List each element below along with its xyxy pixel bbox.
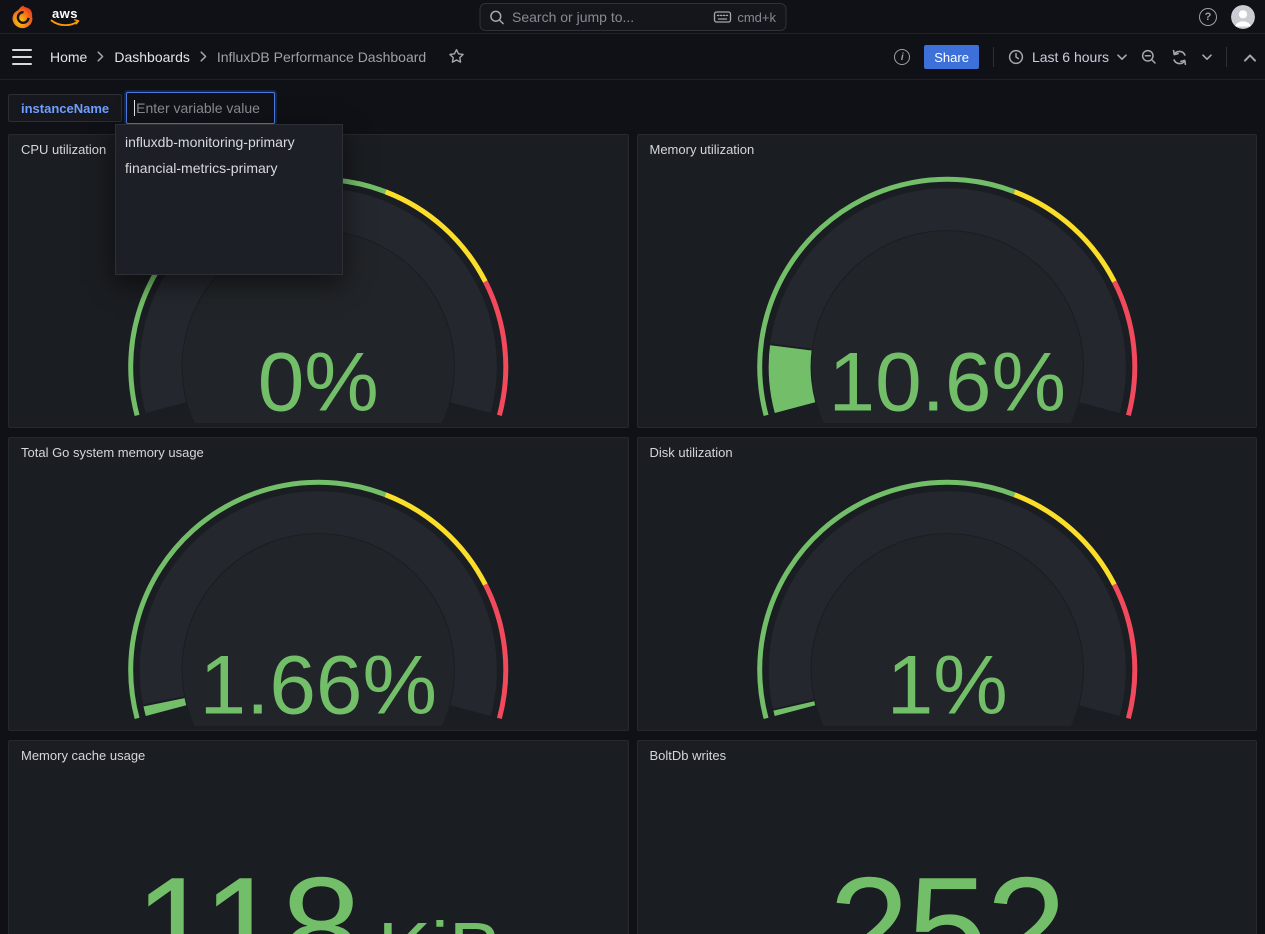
avatar[interactable] bbox=[1231, 5, 1255, 29]
chevron-right-icon bbox=[97, 51, 104, 62]
stat-value: 118 bbox=[134, 856, 359, 934]
panel-memory-utilization: Memory utilization 10.6% bbox=[637, 134, 1258, 428]
variable-options-dropdown: influxdb-monitoring-primary financial-me… bbox=[115, 124, 343, 275]
search-input[interactable] bbox=[512, 9, 705, 25]
collapse-controls-icon[interactable] bbox=[1243, 52, 1257, 63]
breadcrumb-dashboards[interactable]: Dashboards bbox=[114, 49, 190, 65]
panel-memory-cache-usage: Memory cache usage 118 KiB bbox=[8, 740, 629, 934]
variable-option[interactable]: financial-metrics-primary bbox=[116, 155, 342, 181]
stat-unit: KiB bbox=[378, 911, 503, 934]
stat-value: 252 bbox=[829, 856, 1065, 934]
breadcrumb-current: InfluxDB Performance Dashboard bbox=[217, 49, 426, 65]
aws-smile-icon bbox=[50, 19, 80, 28]
text-caret bbox=[134, 100, 135, 116]
gauge-value: 0% bbox=[258, 335, 379, 423]
aws-logo[interactable]: aws bbox=[50, 7, 80, 28]
dashboard-toolbar: Home Dashboards InfluxDB Performance Das… bbox=[0, 34, 1265, 80]
breadcrumb: Home Dashboards InfluxDB Performance Das… bbox=[50, 48, 465, 65]
panel-title[interactable]: Disk utilization bbox=[638, 438, 1257, 464]
clock-icon bbox=[1008, 49, 1024, 65]
help-icon[interactable]: ? bbox=[1199, 8, 1217, 26]
breadcrumb-home[interactable]: Home bbox=[50, 49, 87, 65]
panel-go-memory-usage: Total Go system memory usage 1.66% bbox=[8, 437, 629, 731]
variable-label: instanceName bbox=[8, 94, 122, 122]
time-range-picker[interactable]: Last 6 hours bbox=[1008, 49, 1127, 65]
gauge-value: 10.6% bbox=[828, 335, 1066, 423]
variable-value-input[interactable] bbox=[126, 92, 275, 124]
gauge-value: 1% bbox=[886, 638, 1007, 726]
gauge-chart: 10.6% bbox=[638, 165, 1257, 427]
user-icon bbox=[1231, 5, 1255, 29]
brand-logos: aws bbox=[0, 4, 80, 30]
divider bbox=[993, 47, 994, 67]
chevron-right-icon bbox=[200, 51, 207, 62]
panel-title[interactable]: Memory cache usage bbox=[9, 741, 628, 767]
panel-title[interactable]: BoltDb writes bbox=[638, 741, 1257, 767]
gauge-chart: 1% bbox=[638, 468, 1257, 730]
zoom-out-icon[interactable] bbox=[1141, 49, 1157, 65]
gauge-value: 1.66% bbox=[199, 638, 437, 726]
grafana-logo-icon[interactable] bbox=[10, 4, 36, 30]
chevron-down-icon bbox=[1117, 54, 1127, 61]
gauge-chart: 1.66% bbox=[9, 468, 628, 730]
star-icon[interactable] bbox=[448, 48, 465, 65]
refresh-icon[interactable] bbox=[1171, 49, 1188, 66]
refresh-interval-chevron-icon[interactable] bbox=[1202, 54, 1212, 61]
divider bbox=[1226, 47, 1227, 67]
search-shortcut: cmd+k bbox=[713, 10, 776, 25]
panel-title[interactable]: Memory utilization bbox=[638, 135, 1257, 161]
share-button[interactable]: Share bbox=[924, 45, 979, 69]
menu-icon[interactable] bbox=[12, 49, 32, 65]
panel-boltdb-writes: BoltDb writes 252 bbox=[637, 740, 1258, 934]
variable-option[interactable]: influxdb-monitoring-primary bbox=[116, 129, 342, 155]
info-icon[interactable]: i bbox=[894, 49, 910, 65]
global-search[interactable]: cmd+k bbox=[479, 3, 786, 31]
stat-value-panel: 118 KiB bbox=[9, 771, 628, 934]
top-app-bar: aws cmd+k ? bbox=[0, 0, 1265, 34]
search-icon bbox=[489, 10, 504, 25]
panel-disk-utilization: Disk utilization 1% bbox=[637, 437, 1258, 731]
stat-value-panel: 252 bbox=[638, 771, 1257, 934]
keyboard-icon bbox=[713, 11, 731, 23]
panel-title[interactable]: Total Go system memory usage bbox=[9, 438, 628, 464]
